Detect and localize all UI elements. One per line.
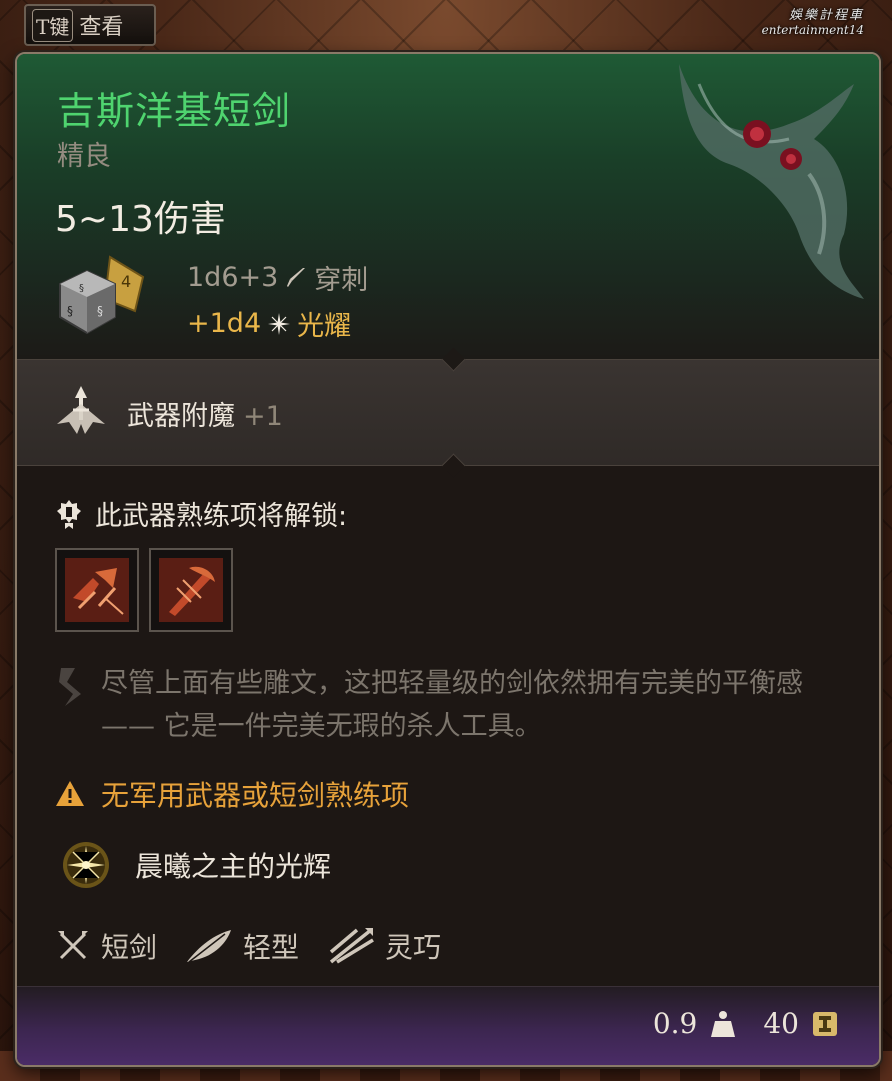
weapon-enchant-icon xyxy=(57,386,105,434)
item-rarity: 精良 xyxy=(57,141,111,172)
damage-bonus-dice: +1d4 xyxy=(187,308,262,339)
warning-text: 无军用武器或短剑熟练项 xyxy=(101,779,410,812)
svg-text:4: 4 xyxy=(121,272,131,291)
item-name: 吉斯洋基短剑 xyxy=(57,89,292,133)
svg-text:§: § xyxy=(79,283,84,294)
item-value: 40 xyxy=(763,1007,799,1040)
radiance-sun-icon xyxy=(63,842,109,888)
property-light: 轻型 xyxy=(185,926,299,966)
property-label: 轻型 xyxy=(243,931,300,964)
enchantment-value: +1 xyxy=(243,401,283,432)
weapon-action-slot-2[interactable] xyxy=(149,548,233,632)
blessing-text: 晨曦之主的光辉 xyxy=(135,850,332,883)
proficiency-title-text: 此武器熟练项将解锁: xyxy=(95,501,348,532)
property-label: 短剑 xyxy=(101,931,158,964)
enchantment-label: 武器附魔 +1 xyxy=(127,394,283,433)
weight-icon xyxy=(711,1010,736,1037)
warning-icon xyxy=(56,781,84,806)
radiant-icon xyxy=(268,312,291,335)
item-artwork-icon xyxy=(679,64,864,299)
hint-label: 查看 xyxy=(79,15,124,40)
finesse-icon xyxy=(329,928,374,964)
damage-bonus-type: 光耀 xyxy=(297,311,352,342)
hint-key: T键 xyxy=(32,8,74,42)
property-label: 灵巧 xyxy=(385,931,442,964)
proficiency-icon xyxy=(57,499,81,529)
item-tooltip: 吉斯洋基短剑 精良 5~13伤害 4 § § § 1d6+3 穿刺 +1d4 光… xyxy=(15,52,881,1067)
proficiency-warning: 无军用武器或短剑熟练项 xyxy=(55,774,409,814)
weapon-properties: 短剑 轻型 灵巧 xyxy=(55,926,455,966)
proficiency-unlock-title: 此武器熟练项将解锁: xyxy=(55,494,347,533)
property-shortsword: 短剑 xyxy=(55,926,157,966)
light-feather-icon xyxy=(187,930,232,963)
item-stats: 0.9 40 xyxy=(653,1007,839,1040)
watermark-line2: entertainment14 xyxy=(761,23,864,37)
examine-hint-button[interactable]: T键 查看 xyxy=(24,4,156,46)
enchantment-name: 武器附魔 xyxy=(127,401,235,432)
damage-total: 5~13伤害 xyxy=(55,199,226,240)
damage-base-row: 1d6+3 穿刺 xyxy=(187,258,368,297)
shortsword-icon xyxy=(58,931,88,960)
gold-icon xyxy=(813,1011,837,1036)
tooltip-footer: 0.9 40 xyxy=(17,986,879,1065)
watermark-line1: 娛樂計程車 xyxy=(788,8,864,23)
property-finesse: 灵巧 xyxy=(327,926,441,966)
svg-text:§: § xyxy=(97,304,103,318)
description-quote-icon xyxy=(59,668,81,706)
svg-text:§: § xyxy=(67,304,73,318)
damage-base-dice: 1d6+3 xyxy=(187,262,279,293)
enchantment-row: 武器附魔 +1 xyxy=(17,347,879,478)
weapon-action-1-icon xyxy=(65,558,129,622)
blessing-row: 晨曦之主的光辉 xyxy=(61,840,331,890)
watermark: 娛樂計程車 entertainment14 xyxy=(762,4,864,37)
dice-icon: 4 § § § xyxy=(59,255,145,335)
piercing-icon xyxy=(287,267,306,287)
weapon-action-2-icon xyxy=(159,558,223,622)
damage-bonus-row: +1d4 光耀 xyxy=(187,304,351,343)
weapon-action-slot-1[interactable] xyxy=(55,548,139,632)
item-description: 尽管上面有些雕文，这把轻量级的剑依然拥有完美的平衡感 —— 它是一件完美无瑕的杀… xyxy=(101,668,803,742)
damage-base-type: 穿刺 xyxy=(314,265,369,296)
item-weight: 0.9 xyxy=(652,1007,698,1040)
tooltip-header: 吉斯洋基短剑 精良 5~13伤害 4 § § § 1d6+3 穿刺 +1d4 光… xyxy=(17,54,879,359)
